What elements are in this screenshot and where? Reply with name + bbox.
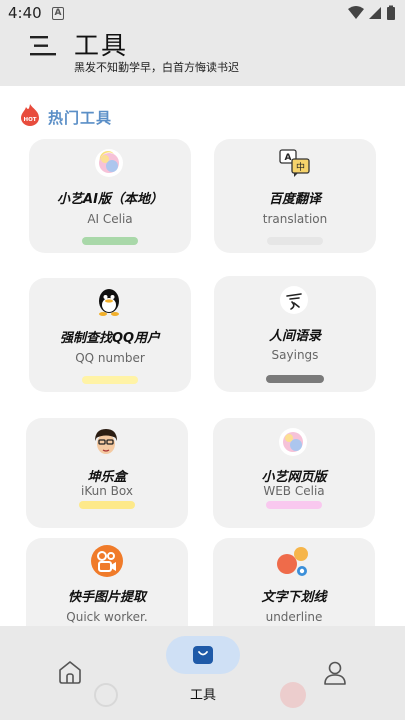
tool-name: 人间语录	[268, 329, 321, 344]
tool-name: 强制查找QQ用户	[59, 331, 161, 346]
tool-name: 小艺AI版（本地）	[57, 192, 163, 207]
celia-icon	[94, 148, 124, 178]
svg-text:A: A	[285, 153, 292, 163]
tools-tab-label[interactable]: 工具	[166, 684, 240, 703]
tool-accent-bar	[266, 501, 322, 509]
tools-bag-icon[interactable]	[192, 645, 214, 669]
ghost-icon	[93, 682, 119, 712]
qq-penguin-icon	[94, 287, 124, 317]
battery-icon	[387, 7, 395, 20]
tool-accent-bar	[266, 375, 324, 383]
svg-text:中: 中	[296, 161, 305, 173]
tool-subtitle: Sayings	[271, 348, 319, 362]
status-time: 4:40	[8, 4, 42, 22]
hot-badge-icon: HOT	[20, 104, 40, 130]
tool-subtitle: AI Celia	[87, 212, 133, 226]
menu-icon[interactable]	[30, 35, 56, 61]
tool-subtitle: QQ number	[75, 351, 145, 365]
celia-icon	[278, 427, 308, 457]
status-icons	[347, 5, 397, 25]
translate-icon: A 中	[279, 148, 310, 178]
tool-subtitle: Quick worker.	[66, 610, 148, 624]
tool-subtitle: underline	[265, 610, 323, 624]
tool-accent-bar	[82, 237, 138, 245]
bottom-nav: 工具	[0, 626, 405, 720]
app-header: 工具 黑发不知勤学早，白首方悔读书迟	[0, 26, 405, 86]
tool-accent-bar	[79, 501, 135, 509]
tool-card-web-celia[interactable]: 小艺网页版 WEB Celia	[213, 418, 375, 528]
tool-accent-bar	[82, 376, 138, 384]
tool-card-celia[interactable]: 小艺AI版（本地） AI Celia	[29, 139, 191, 253]
tool-card-translate[interactable]: A 中 百度翻译 translation	[214, 139, 376, 253]
signal-icon	[369, 7, 381, 19]
wifi-icon	[348, 6, 364, 19]
tool-name: 百度翻译	[268, 192, 321, 207]
tool-name: 文字下划线	[261, 590, 327, 605]
underline-dots-icon	[275, 544, 311, 580]
tool-name: 坤乐盒	[87, 470, 127, 485]
tool-card-ikun[interactable]: 坤乐盒 iKun Box	[26, 418, 188, 528]
tool-name: 小艺网页版	[261, 470, 327, 485]
tool-subtitle: WEB Celia	[263, 484, 325, 498]
kuaishou-icon	[90, 544, 124, 578]
sayings-icon	[279, 285, 309, 315]
ikun-avatar-icon	[91, 427, 121, 457]
user-icon[interactable]	[323, 660, 347, 690]
tool-card-qq[interactable]: 强制查找QQ用户 QQ number	[29, 278, 191, 392]
svg-text:HOT: HOT	[23, 117, 36, 123]
tool-subtitle: translation	[262, 212, 328, 226]
tool-card-sayings[interactable]: 人间语录 Sayings	[214, 276, 376, 392]
status-bar: 4:40 A	[0, 0, 405, 26]
page-title: 工具	[74, 31, 129, 60]
page-subtitle: 黑发不知勤学早，白首方悔读书迟	[74, 61, 239, 74]
tool-subtitle: iKun Box	[81, 484, 133, 498]
notification-a-icon: A	[52, 7, 64, 20]
tool-accent-bar	[267, 237, 323, 245]
ghost-icon	[278, 680, 308, 714]
home-icon[interactable]	[57, 660, 83, 688]
section-title: 热门工具	[48, 109, 113, 127]
tool-name: 快手图片提取	[67, 590, 146, 605]
